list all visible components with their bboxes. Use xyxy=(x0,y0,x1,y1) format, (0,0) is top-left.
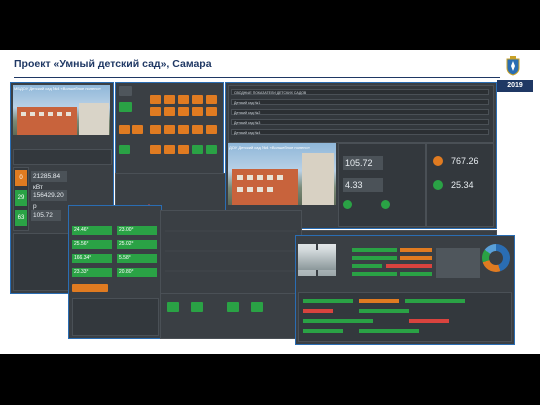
center-index-widget: 105.72 4.33 xyxy=(338,143,426,227)
index-value-center: 105.72 xyxy=(343,156,383,170)
index-value-center-2: 4.33 xyxy=(343,178,383,192)
year-badge: 2019 xyxy=(497,80,533,92)
cost-value: 156429.20 р xyxy=(31,190,67,210)
list-row[interactable]: Детский сад №4 xyxy=(231,129,489,135)
bar-chart-icon xyxy=(165,230,297,272)
metric-value-1: 767.26 xyxy=(451,156,479,166)
left-count-column: 0 29 63 xyxy=(13,167,29,231)
count-ok-1: 29 xyxy=(15,190,27,206)
kindergarten-photo xyxy=(13,85,110,135)
list-row[interactable]: Детский сад №1 xyxy=(231,99,489,105)
list-row[interactable]: Детский сад №3 xyxy=(231,119,489,125)
sensor-value: 166.34° xyxy=(72,254,112,263)
sensor-value: 23.33° xyxy=(72,268,112,277)
sensor-value: 20.80° xyxy=(117,268,157,277)
device-controls xyxy=(160,293,297,339)
metric-value-2: 25.34 xyxy=(451,180,474,190)
index-value: 105.72 xyxy=(31,210,61,221)
coat-of-arms-icon xyxy=(506,56,520,76)
presentation-slide: Проект «Умный детский сад», Самара 2019 … xyxy=(0,50,540,354)
kindergarten-list: СВОДНЫЕ ПОКАЗАТЕЛИ ДЕТСКИХ САДОВ Детский… xyxy=(228,85,494,143)
center-metrics-widget: 767.26 25.34 xyxy=(426,143,494,227)
title-rule xyxy=(14,77,500,78)
top-letterbox xyxy=(0,0,540,50)
dashboard-screenshot-center: СВОДНЫЕ ПОКАЗАТЕЛИ ДЕТСКИХ САДОВ Детский… xyxy=(225,82,497,229)
sensor-value: 25.02° xyxy=(117,240,157,249)
slide-title: Проект «Умный детский сад», Самара xyxy=(14,58,212,70)
camera-feed-main xyxy=(298,250,336,270)
dashboard-screenshot-cameras xyxy=(295,235,515,345)
list-row[interactable]: СВОДНЫЕ ПОКАЗАТЕЛИ ДЕТСКИХ САДОВ xyxy=(231,89,489,95)
energy-value: 21285.84 кВт xyxy=(31,171,67,191)
sensor-value: 23.00° xyxy=(117,226,157,235)
left-caption: МБДОУ Детский сад №4 «Волшебное полено» xyxy=(14,86,101,91)
camera-metrics-grid xyxy=(298,292,512,342)
sensor-value: 5.58° xyxy=(117,254,157,263)
sensor-table xyxy=(72,298,159,336)
left-summary-header xyxy=(13,149,112,165)
dashboard-screenshot-sensors: 24.46° 25.56° 166.34° 23.33° 23.00° 25.0… xyxy=(68,205,162,339)
sensor-value: 25.56° xyxy=(72,240,112,249)
sensor-value: 24.46° xyxy=(72,226,112,235)
sensor-charts xyxy=(160,210,302,294)
kindergarten-photo-center xyxy=(228,143,336,205)
bottom-letterbox xyxy=(0,354,540,405)
count-alert: 0 xyxy=(15,170,27,186)
list-row[interactable]: Детский сад №2 xyxy=(231,109,489,115)
count-ok-2: 63 xyxy=(15,210,27,226)
center-caption: ДОУ Детский сад №4 «Волшебное полено» xyxy=(229,145,310,150)
